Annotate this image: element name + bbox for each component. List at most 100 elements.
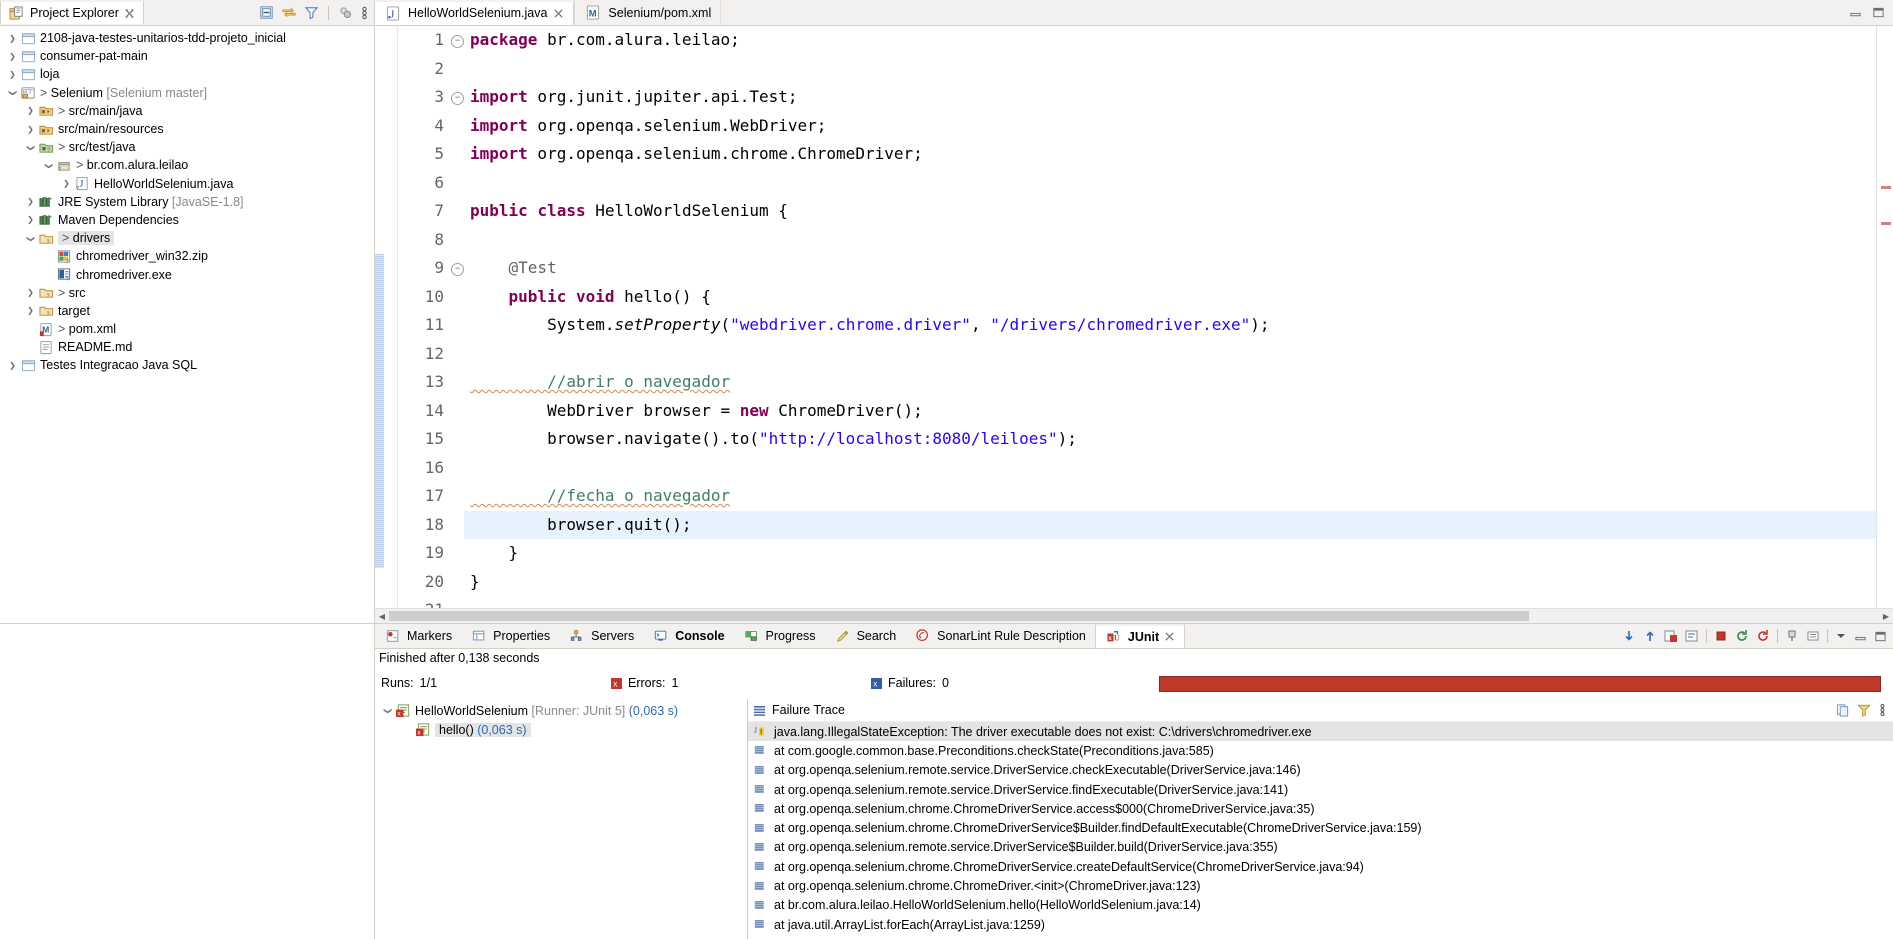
tree-item[interactable]: README.md bbox=[0, 338, 374, 356]
code-text[interactable]: package br.com.alura.leilao; import org.… bbox=[470, 26, 1876, 608]
junit-tree-item[interactable]: xHelloWorldSelenium [Runner: JUnit 5] (0… bbox=[375, 701, 747, 720]
stop-icon[interactable] bbox=[1714, 629, 1728, 643]
scroll-left-icon[interactable]: ◀ bbox=[375, 612, 389, 621]
code-area[interactable]: 123456789101112131415161718192021 −−− pa… bbox=[375, 26, 1893, 608]
stack-trace-line[interactable]: at org.openqa.selenium.chrome.ChromeDriv… bbox=[748, 799, 1893, 818]
tree-expander[interactable] bbox=[24, 197, 37, 206]
tree-expander[interactable] bbox=[24, 106, 37, 115]
source-code[interactable]: package br.com.alura.leilao; import org.… bbox=[464, 26, 1876, 608]
rerun-test-icon[interactable] bbox=[1735, 629, 1749, 643]
tree-item[interactable]: ? target bbox=[0, 302, 374, 320]
tree-expander[interactable] bbox=[6, 361, 19, 370]
tree-expander[interactable] bbox=[24, 234, 37, 243]
minimize-icon[interactable] bbox=[1854, 630, 1867, 643]
collapse-all-icon[interactable] bbox=[259, 5, 274, 20]
stack-trace-line[interactable]: J! java.lang.IllegalStateException: The d… bbox=[748, 722, 1893, 742]
view-menu-icon[interactable] bbox=[1835, 629, 1847, 643]
view-tab-search[interactable]: Search bbox=[825, 624, 906, 648]
view-tab-junit[interactable]: x U JUnit bbox=[1094, 624, 1186, 648]
copy-to-clipboard-icon[interactable] bbox=[1836, 703, 1850, 717]
tree-item[interactable]: ? > drivers bbox=[0, 229, 374, 247]
pin-icon[interactable] bbox=[1785, 629, 1799, 643]
stack-trace-line[interactable]: at org.openqa.selenium.remote.service.Dr… bbox=[748, 761, 1893, 780]
tab-project-explorer[interactable]: Project Explorer bbox=[0, 0, 144, 24]
close-icon[interactable] bbox=[124, 8, 135, 19]
tree-item[interactable]: ? > src bbox=[0, 284, 374, 302]
close-icon[interactable] bbox=[1164, 631, 1175, 642]
scroll-lock-icon[interactable] bbox=[1806, 629, 1820, 643]
tree-expander[interactable] bbox=[24, 288, 37, 297]
tree-item[interactable]: loja bbox=[0, 65, 374, 83]
stack-trace-line[interactable]: at org.openqa.selenium.remote.service.Dr… bbox=[748, 838, 1893, 857]
tree-expander[interactable] bbox=[24, 215, 37, 224]
failure-trace-list[interactable]: J! java.lang.IllegalStateException: The d… bbox=[748, 722, 1893, 939]
tree-expander[interactable] bbox=[42, 161, 55, 170]
tree-expander[interactable] bbox=[24, 143, 37, 152]
view-tab-servers[interactable]: Servers bbox=[559, 624, 643, 648]
tree-item[interactable]: 2108-java-testes-unitarios-tdd-projeto_i… bbox=[0, 29, 374, 47]
tree-expander[interactable] bbox=[24, 306, 37, 315]
folding-gutter[interactable]: − − − bbox=[450, 26, 464, 608]
junit-tree-item[interactable]: x hello() (0,063 s) bbox=[375, 720, 747, 739]
view-tab-progress[interactable]: Progress bbox=[734, 624, 825, 648]
focus-on-active-task-icon[interactable] bbox=[338, 5, 353, 20]
junit-test-tree[interactable]: xHelloWorldSelenium [Runner: JUnit 5] (0… bbox=[375, 699, 748, 939]
overview-ruler[interactable] bbox=[1876, 26, 1893, 608]
view-tab-markers[interactable]: Markers bbox=[375, 624, 461, 648]
failure-trace-pane[interactable]: Failure Trace J ! java.lang.IllegalState… bbox=[748, 699, 1893, 939]
scrollbar-track[interactable] bbox=[389, 610, 1879, 622]
java-editor[interactable]: 123456789101112131415161718192021 −−− pa… bbox=[375, 26, 1893, 623]
previous-failure-icon[interactable] bbox=[1643, 629, 1657, 643]
tree-item[interactable]: ? > src/test/java bbox=[0, 138, 374, 156]
view-tab-properties[interactable]: Properties bbox=[461, 624, 559, 648]
stack-trace-line[interactable]: at com.google.common.base.Preconditions.… bbox=[748, 741, 1893, 760]
fold-toggle-icon[interactable]: − bbox=[451, 35, 464, 48]
tree-item[interactable]: ? chromedriver.exe bbox=[0, 265, 374, 283]
maximize-icon[interactable] bbox=[1874, 630, 1887, 643]
tree-expander[interactable] bbox=[60, 179, 73, 188]
fold-toggle-icon[interactable]: − bbox=[451, 263, 464, 276]
tree-item[interactable]: M > pom.xml bbox=[0, 320, 374, 338]
tree-item[interactable]: src/main/resources bbox=[0, 120, 374, 138]
view-filter-icon[interactable] bbox=[304, 5, 319, 20]
fold-toggle-icon[interactable]: − bbox=[451, 92, 464, 105]
tree-expander[interactable] bbox=[24, 125, 37, 134]
tree-item[interactable]: ? > br.com.alura.leilao bbox=[0, 156, 374, 174]
stack-trace-line[interactable]: at org.openqa.selenium.remote.service.Dr… bbox=[748, 780, 1893, 799]
tree-expander[interactable] bbox=[6, 52, 19, 61]
tree-item[interactable]: J?HelloWorldSelenium.java bbox=[0, 175, 374, 193]
next-failure-icon[interactable] bbox=[1622, 629, 1636, 643]
show-failures-only-icon[interactable] bbox=[1664, 629, 1678, 643]
tree-expander[interactable] bbox=[6, 88, 19, 97]
rerun-failed-tests-icon[interactable] bbox=[1756, 629, 1770, 643]
bottom-view-tabs[interactable]: Markers Properties Servers Console Progress S… bbox=[375, 624, 1893, 649]
tree-item[interactable]: Maven Dependencies bbox=[0, 211, 374, 229]
tree-item[interactable]: JRE System Library [JavaSE-1.8] bbox=[0, 193, 374, 211]
stack-trace-line[interactable]: at br.com.alura.leilao.HelloWorldSeleniu… bbox=[748, 896, 1893, 915]
project-explorer-view[interactable]: 2108-java-testes-unitarios-tdd-projeto_i… bbox=[0, 26, 375, 623]
tree-item[interactable]: MJ> Selenium [Selenium master] bbox=[0, 84, 374, 102]
tree-item[interactable]: ? chromedriver_win32.zip bbox=[0, 247, 374, 265]
stack-trace-line[interactable]: at org.openqa.selenium.chrome.ChromeDriv… bbox=[748, 818, 1893, 837]
close-icon[interactable] bbox=[553, 8, 564, 19]
editor-tab-helloworldselenium[interactable]: J HelloWorldSelenium.java bbox=[374, 0, 575, 25]
tree-expander[interactable] bbox=[6, 70, 19, 79]
editor-tab-pom-xml[interactable]: M Selenium/pom.xml bbox=[574, 0, 722, 25]
view-tab-console[interactable]: Console bbox=[643, 624, 733, 648]
minimize-icon[interactable] bbox=[1849, 6, 1862, 19]
view-tab-sonarlint-rule-description[interactable]: SonarLint Rule Description bbox=[905, 624, 1095, 648]
scroll-right-icon[interactable]: ▶ bbox=[1879, 612, 1893, 621]
stack-trace-line[interactable]: at org.openqa.selenium.chrome.ChromeDriv… bbox=[748, 857, 1893, 876]
tree-item[interactable]: > src/main/java bbox=[0, 102, 374, 120]
tree-expander[interactable] bbox=[381, 706, 394, 715]
tree-item[interactable]: consumer-pat-main bbox=[0, 47, 374, 65]
view-menu-icon[interactable] bbox=[1878, 703, 1887, 717]
view-menu-icon[interactable] bbox=[360, 5, 369, 21]
stack-trace-line[interactable]: at org.openqa.selenium.chrome.ChromeDriv… bbox=[748, 876, 1893, 895]
scrollbar-thumb[interactable] bbox=[389, 611, 1529, 621]
stack-trace-line[interactable]: at java.util.ArrayList.forEach(ArrayList… bbox=[748, 915, 1893, 934]
filter-stack-trace-icon[interactable] bbox=[1857, 703, 1871, 717]
tree-item[interactable]: Testes Integracao Java SQL bbox=[0, 356, 374, 374]
editor-horizontal-scrollbar[interactable]: ◀ ▶ bbox=[375, 608, 1893, 623]
annotation-gutter[interactable] bbox=[375, 26, 398, 608]
